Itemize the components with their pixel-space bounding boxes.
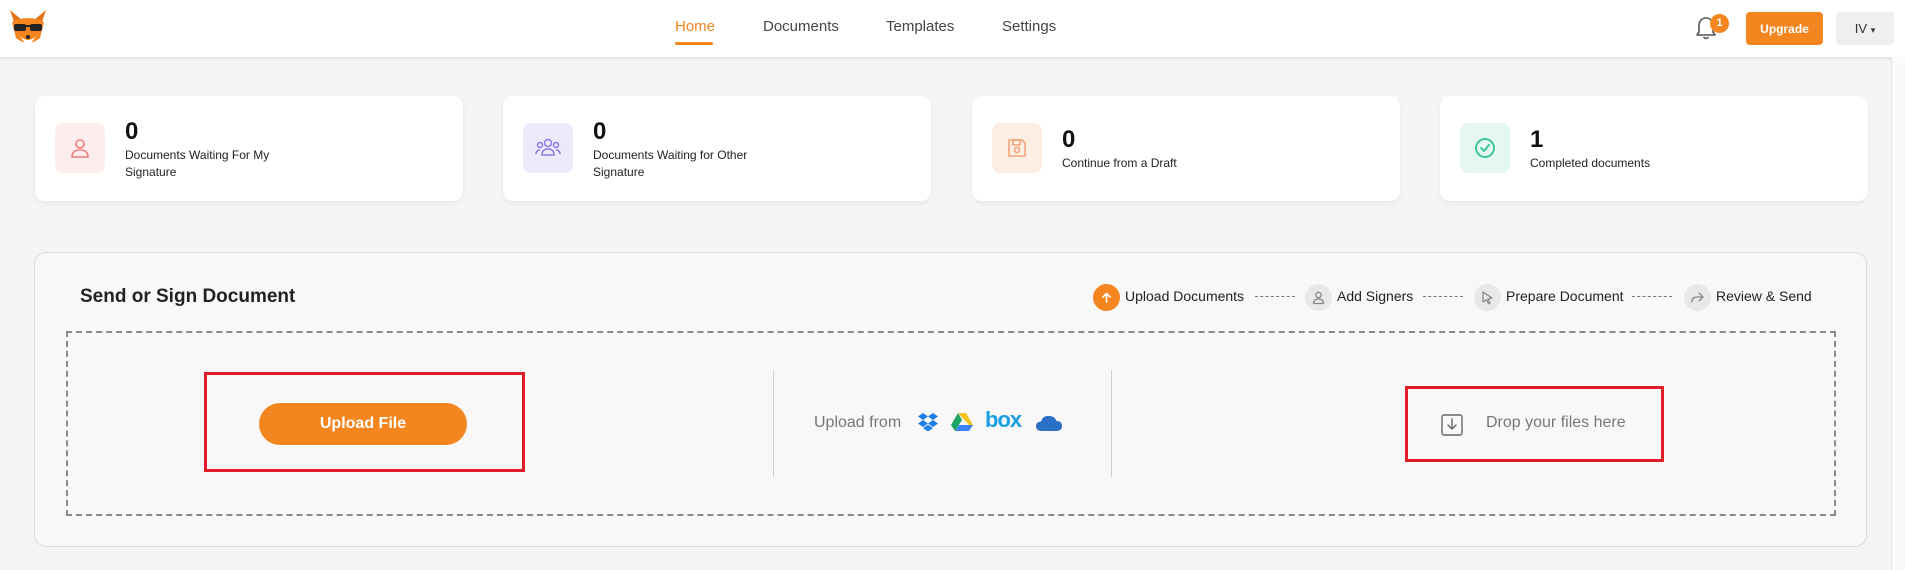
user-menu-button[interactable]: IV ▾: [1836, 12, 1894, 45]
stat-count: 0: [593, 118, 607, 145]
save-icon: [992, 123, 1042, 173]
stat-card-waiting-for-me[interactable]: 0 Documents Waiting For My Signature: [35, 96, 463, 201]
onedrive-icon[interactable]: [1034, 413, 1064, 438]
stat-label: Documents Waiting for Other Signature: [593, 148, 748, 179]
step-label: Review & Send: [1716, 288, 1812, 304]
stat-count: 1: [1530, 126, 1544, 153]
stat-label: Completed documents: [1530, 156, 1651, 170]
user-icon: [1305, 284, 1332, 311]
stat-card-waiting-for-others[interactable]: 0 Documents Waiting for Other Signature: [503, 96, 931, 201]
step-label: Add Signers: [1337, 288, 1414, 304]
nav-item-home[interactable]: Home: [675, 18, 715, 35]
box-icon[interactable]: box: [985, 407, 1022, 433]
chevron-down-icon: ▾: [1870, 25, 1876, 35]
share-icon: [1684, 284, 1711, 311]
stat-label: Continue from a Draft: [1062, 156, 1177, 170]
upload-from-label: Upload from: [814, 414, 902, 431]
stat-card-completed[interactable]: 1 Completed documents: [1440, 96, 1868, 201]
nav-item-templates[interactable]: Templates: [886, 18, 954, 35]
box-label: box: [985, 407, 1022, 432]
active-nav-indicator: [675, 42, 713, 45]
cursor-icon: [1474, 284, 1501, 311]
user-icon: [55, 123, 105, 173]
drop-files-label: Drop your files here: [1486, 414, 1626, 431]
main-nav: Home Documents Templates Settings: [0, 0, 1905, 57]
upload-icon: [1093, 284, 1120, 311]
stat-label: Documents Waiting For My Signature: [125, 148, 270, 179]
users-icon: [523, 123, 573, 173]
step-label: Upload Documents: [1125, 288, 1245, 304]
top-header: Home Documents Templates Settings 1 Upgr…: [0, 0, 1905, 57]
user-initials: IV: [1854, 21, 1868, 36]
stat-count: 0: [1062, 126, 1076, 153]
section-divider: [773, 370, 774, 477]
page-scrollbar[interactable]: [1891, 57, 1905, 570]
google-drive-icon[interactable]: [950, 411, 974, 438]
upgrade-button[interactable]: Upgrade: [1746, 12, 1823, 45]
step-label: Prepare Document: [1506, 288, 1624, 304]
step-connector: [1255, 296, 1295, 297]
step-connector: [1423, 296, 1463, 297]
notification-badge: 1: [1710, 14, 1729, 33]
check-circle-icon: [1460, 123, 1510, 173]
stat-count: 0: [125, 118, 139, 145]
download-icon: [1440, 413, 1464, 437]
dropbox-icon[interactable]: [917, 411, 939, 438]
nav-item-documents[interactable]: Documents: [763, 18, 839, 35]
section-divider: [1111, 370, 1112, 477]
nav-item-settings[interactable]: Settings: [1002, 18, 1056, 35]
panel-title: Send or Sign Document: [80, 286, 296, 307]
upload-file-button[interactable]: Upload File: [259, 403, 467, 445]
step-connector: [1632, 296, 1672, 297]
stat-card-draft[interactable]: 0 Continue from a Draft: [972, 96, 1400, 201]
